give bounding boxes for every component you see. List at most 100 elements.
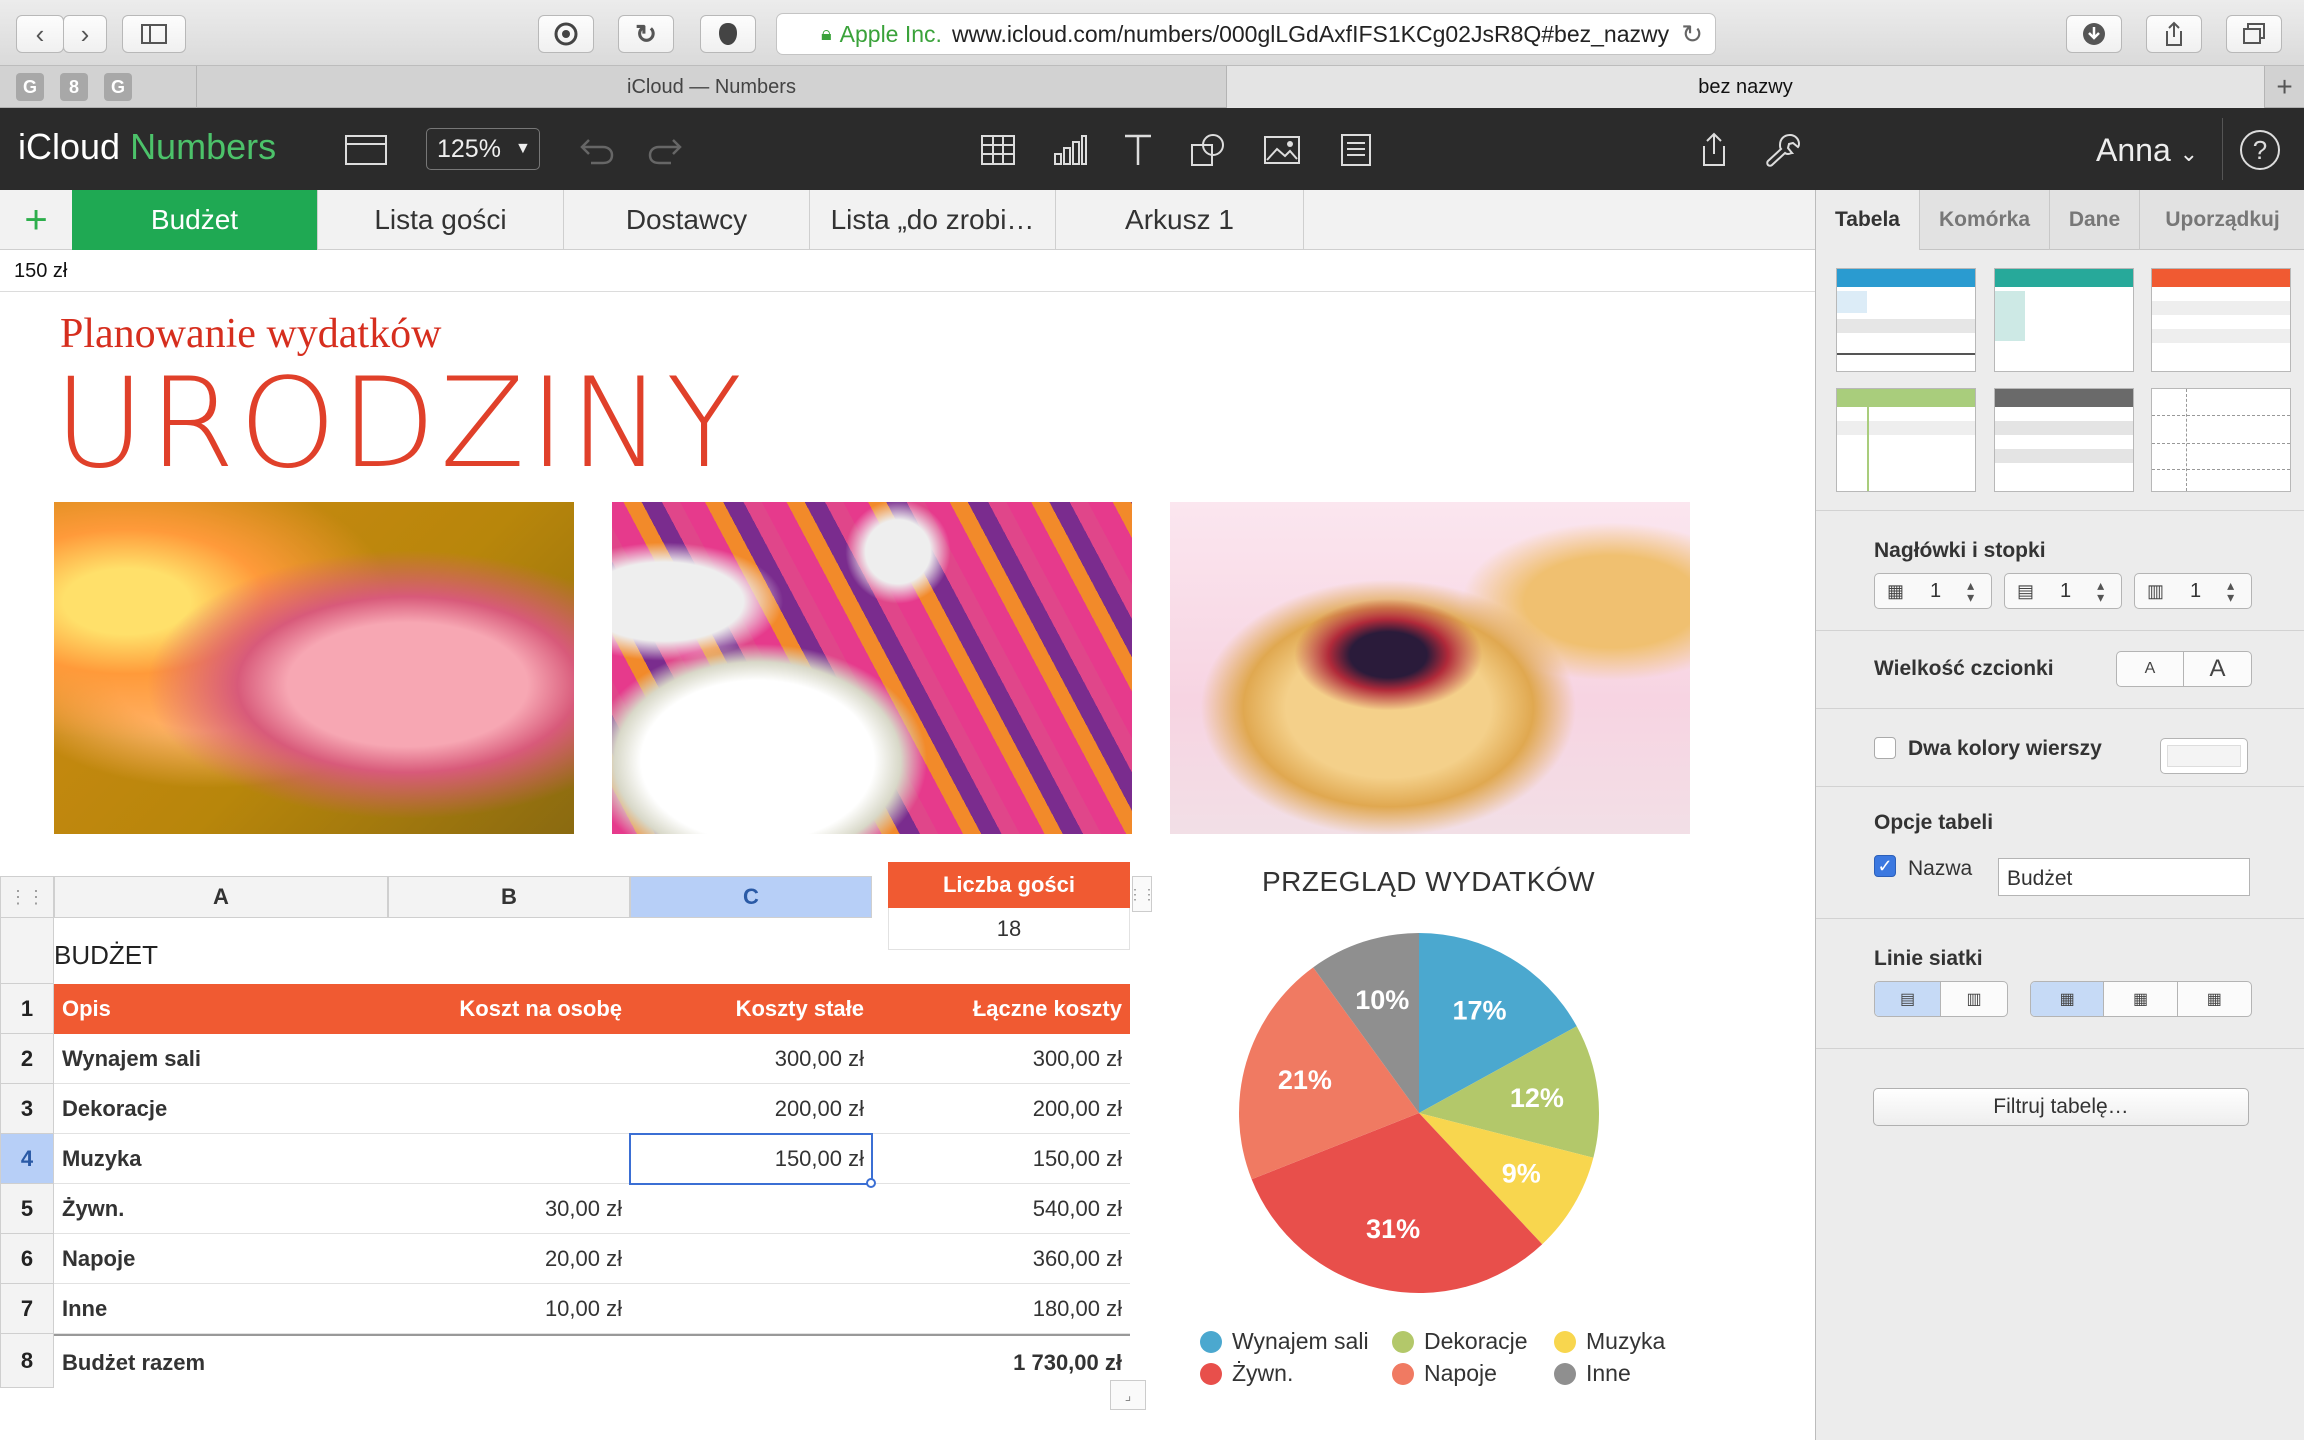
insert-shape-button[interactable] (1186, 128, 1230, 172)
sheet-tab-lista-do-zrobienia[interactable]: Lista „do zrobi… (810, 190, 1056, 250)
share-document-button[interactable] (1692, 128, 1736, 172)
user-menu[interactable]: Anna ⌄ (2096, 132, 2198, 169)
table-style-plain[interactable] (2151, 388, 2291, 492)
expense-pie-chart[interactable]: 17% 12% 9% 31% 21% 10% (1234, 928, 1604, 1298)
table-style-orange[interactable] (2151, 268, 2291, 372)
guest-count-value[interactable]: 18 (888, 908, 1130, 950)
insert-image-button[interactable] (1260, 128, 1304, 172)
document-subtitle[interactable]: Planowanie wydatków (60, 310, 441, 358)
cell-koszt-na-osobe[interactable]: 20,00 zł (388, 1234, 630, 1284)
share-button[interactable] (2146, 15, 2202, 53)
header-koszt-na-osobe[interactable]: Koszt na osobę (388, 984, 630, 1034)
filter-table-button[interactable]: Filtruj tabelę… (1873, 1088, 2249, 1126)
cell-opis[interactable]: Napoje (54, 1234, 388, 1284)
table-name-input[interactable]: Budżet (1998, 858, 2250, 896)
view-button[interactable] (344, 128, 388, 172)
row-header-1[interactable]: 1 (0, 984, 54, 1034)
header-koszty-stale[interactable]: Koszty stałe (630, 984, 872, 1034)
table-style-green[interactable] (1836, 388, 1976, 492)
pinned-tab-1[interactable]: G (16, 73, 44, 101)
sheet-tab-dostawcy[interactable]: Dostawcy (564, 190, 810, 250)
row-header-8[interactable]: 8 (0, 1334, 54, 1388)
row-header-7[interactable]: 7 (0, 1284, 54, 1334)
cell-opis[interactable]: Dekoracje (54, 1084, 388, 1134)
cell-total-label[interactable]: Budżet razem (54, 1336, 388, 1390)
cell-opis[interactable]: Inne (54, 1284, 388, 1334)
cell-laczne-koszty[interactable]: 540,00 zł (872, 1184, 1130, 1234)
forward-button[interactable]: › (63, 15, 107, 53)
redo-button[interactable] (644, 128, 688, 172)
photo-table-setting[interactable] (612, 502, 1132, 834)
inspector-tab-dane[interactable]: Dane (2050, 190, 2140, 250)
cell-koszty-stale[interactable] (630, 1234, 872, 1284)
gridlines-vertical-button[interactable]: ▥ (1941, 982, 2007, 1016)
photo-dessert[interactable] (1170, 502, 1690, 834)
add-sheet-button[interactable]: + (0, 190, 72, 250)
cell-laczne-koszty[interactable]: 300,00 zł (872, 1034, 1130, 1084)
stepper-arrows-icon[interactable]: ▴ ▾ (1967, 578, 1974, 604)
reload-icon[interactable]: ↻ (1681, 19, 1703, 50)
header-laczne-koszty[interactable]: Łączne koszty (872, 984, 1130, 1034)
insert-text-button[interactable] (1116, 128, 1160, 172)
guest-count-label[interactable]: Liczba gości (888, 862, 1130, 908)
table-resize-handle[interactable]: ⌟ (1110, 1380, 1146, 1410)
undo-button[interactable] (574, 128, 618, 172)
table-style-blue[interactable] (1836, 268, 1976, 372)
gridlines-header-rows-button[interactable]: ▦ (2031, 982, 2105, 1016)
gridlines-footer-button[interactable]: ▦ (2178, 982, 2251, 1016)
downloads-button[interactable] (2066, 15, 2122, 53)
row-header-6[interactable]: 6 (0, 1234, 54, 1284)
browser-tab-active[interactable]: bez nazwy (1226, 66, 2264, 108)
sheet-tab-lista-gosci[interactable]: Lista gości (318, 190, 564, 250)
header-opis[interactable]: Opis (54, 984, 388, 1034)
cell-opis[interactable]: Wynajem sali (54, 1034, 388, 1084)
alternating-rows-checkbox[interactable] (1874, 737, 1896, 759)
cell-koszty-stale[interactable]: 300,00 zł (630, 1034, 872, 1084)
document-title[interactable]: URODZINY (54, 352, 746, 496)
stepper-arrows-icon[interactable]: ▴ ▾ (2097, 578, 2104, 604)
cell-koszty-stale[interactable] (630, 1184, 872, 1234)
chart-title[interactable]: PRZEGLĄD WYDATKÓW (1262, 866, 1595, 898)
font-larger-button[interactable]: A (2184, 652, 2251, 686)
cell-total-value[interactable]: 1 730,00 zł (872, 1336, 1130, 1390)
sheet-tab-arkusz-1[interactable]: Arkusz 1 (1056, 190, 1304, 250)
sidebar-toggle-button[interactable] (122, 15, 186, 53)
inspector-tab-tabela[interactable]: Tabela (1816, 190, 1920, 250)
footer-rows-stepper[interactable]: ▥ 1 ▴ ▾ (2134, 573, 2252, 609)
shield-extension-button[interactable] (700, 15, 756, 53)
pinned-tab-2[interactable]: 8 (60, 73, 88, 101)
back-button[interactable]: ‹ (16, 15, 64, 53)
inspector-tab-komorka[interactable]: Komórka (1920, 190, 2050, 250)
insert-table-button[interactable] (976, 128, 1020, 172)
table-style-teal[interactable] (1994, 268, 2134, 372)
stepper-arrows-icon[interactable]: ▴ ▾ (2227, 578, 2234, 604)
row-header-5[interactable]: 5 (0, 1184, 54, 1234)
row-header-title[interactable] (0, 918, 54, 984)
cell-laczne-koszty[interactable]: 200,00 zł (872, 1084, 1130, 1134)
cell-koszty-stale[interactable] (630, 1284, 872, 1334)
cell-laczne-koszty[interactable]: 150,00 zł (872, 1134, 1130, 1184)
cell-koszt-na-osobe[interactable]: 30,00 zł (388, 1184, 630, 1234)
sheet-tab-budzet[interactable]: Budżet (72, 190, 318, 250)
header-columns-stepper[interactable]: ▤ 1 ▴ ▾ (2004, 573, 2122, 609)
reader-button[interactable] (538, 15, 594, 53)
refresh-extension-button[interactable]: ↻ (618, 15, 674, 53)
cell-koszt-na-osobe[interactable] (388, 1084, 630, 1134)
column-header-b[interactable]: B (388, 876, 630, 918)
alternate-row-color-well[interactable] (2160, 738, 2248, 774)
cell-opis[interactable]: Muzyka (54, 1134, 388, 1184)
row-header-4[interactable]: 4 (0, 1134, 54, 1184)
insert-chart-button[interactable] (1048, 128, 1092, 172)
header-rows-stepper[interactable]: ▦ 1 ▴ ▾ (1874, 573, 1992, 609)
cell-koszt-na-osobe[interactable] (388, 1034, 630, 1084)
browser-tab-icloud[interactable]: iCloud — Numbers (196, 66, 1226, 108)
address-bar[interactable]: 🔒︎ Apple Inc. www.icloud.com/numbers/000… (776, 13, 1716, 55)
gridlines-header-cols-button[interactable]: ▦ (2104, 982, 2178, 1016)
gridlines-horizontal-button[interactable]: ▤ (1875, 982, 1941, 1016)
inspector-tab-uporzadkuj[interactable]: Uporządkuj (2140, 190, 2304, 250)
tools-button[interactable] (1762, 128, 1806, 172)
column-header-a[interactable]: A (54, 876, 388, 918)
cell-koszt-na-osobe[interactable] (388, 1134, 630, 1184)
cell-koszt-na-osobe[interactable]: 10,00 zł (388, 1284, 630, 1334)
table-select-handle[interactable]: ⋮⋮ (0, 876, 54, 918)
